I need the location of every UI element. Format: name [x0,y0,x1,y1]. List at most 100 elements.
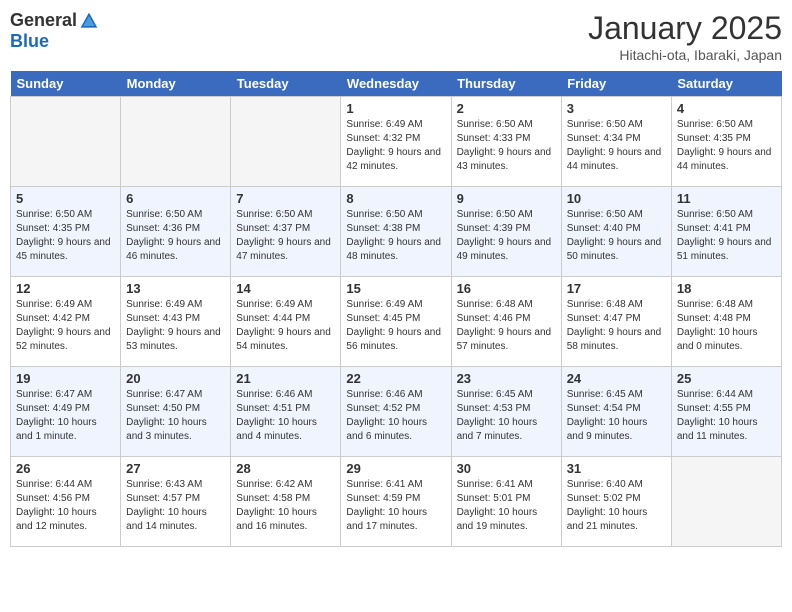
calendar-cell: 9Sunrise: 6:50 AM Sunset: 4:39 PM Daylig… [451,187,561,277]
calendar-cell: 19 Sunrise: 6:47 AM Sunset: 4:49 PM Dayli… [11,367,121,457]
calendar-cell: 24 Sunrise: 6:45 AM Sunset: 4:54 PM Dayli… [561,367,671,457]
page-header: General Blue January 2025 Hitachi-ota, I… [10,10,782,63]
day-number: 3 [567,101,666,116]
day-info: Sunrise: 6:48 AM Sunset: 4:48 PM Dayligh… [677,298,776,354]
calendar-cell: 14Sunrise: 6:49 AM Sunset: 4:44 PM Dayli… [231,277,341,367]
day-info: Sunrise: 6:50 AM Sunset: 4:38 PM Dayligh… [346,208,445,264]
calendar-cell: 30 Sunrise: 6:41 AM Sunset: 5:01 PM Dayli… [451,457,561,547]
day-info: Sunrise: 6:49 AM Sunset: 4:43 PM Dayligh… [126,298,225,354]
calendar-cell [11,97,121,187]
day-number: 9 [457,191,556,206]
column-header-monday: Monday [121,71,231,97]
calendar-cell: 8 Sunrise: 6:50 AM Sunset: 4:38 PM Daylig… [341,187,451,277]
calendar-cell: 29Sunrise: 6:41 AM Sunset: 4:59 PM Dayli… [341,457,451,547]
day-info: Sunrise: 6:45 AM Sunset: 4:54 PM Dayligh… [567,388,666,444]
calendar-cell: 16 Sunrise: 6:48 AM Sunset: 4:46 PM Dayli… [451,277,561,367]
calendar-cell: 6 Sunrise: 6:50 AM Sunset: 4:36 PM Daylig… [121,187,231,277]
calendar-cell: 25Sunrise: 6:44 AM Sunset: 4:55 PM Dayli… [671,367,781,457]
day-number: 4 [677,101,776,116]
day-info: Sunrise: 6:50 AM Sunset: 4:36 PM Dayligh… [126,208,225,264]
calendar-week-row: 19 Sunrise: 6:47 AM Sunset: 4:49 PM Dayli… [11,367,782,457]
calendar-cell: 23 Sunrise: 6:45 AM Sunset: 4:53 PM Dayli… [451,367,561,457]
calendar-cell: 13 Sunrise: 6:49 AM Sunset: 4:43 PM Dayli… [121,277,231,367]
calendar-cell: 20Sunrise: 6:47 AM Sunset: 4:50 PM Dayli… [121,367,231,457]
day-info: Sunrise: 6:43 AM Sunset: 4:57 PM Dayligh… [126,478,225,534]
calendar-cell: 5Sunrise: 6:50 AM Sunset: 4:35 PM Daylig… [11,187,121,277]
calendar-cell: 31Sunrise: 6:40 AM Sunset: 5:02 PM Dayli… [561,457,671,547]
day-number: 30 [457,461,556,476]
calendar-cell: 27 Sunrise: 6:43 AM Sunset: 4:57 PM Dayli… [121,457,231,547]
logo-block: General Blue [10,10,99,52]
logo: General Blue [10,10,99,52]
day-info: Sunrise: 6:50 AM Sunset: 4:41 PM Dayligh… [677,208,776,264]
column-header-sunday: Sunday [11,71,121,97]
day-info: Sunrise: 6:50 AM Sunset: 4:35 PM Dayligh… [677,118,776,174]
day-number: 24 [567,371,666,386]
calendar-cell: 12Sunrise: 6:49 AM Sunset: 4:42 PM Dayli… [11,277,121,367]
calendar-cell [671,457,781,547]
calendar-cell: 1 Sunrise: 6:49 AM Sunset: 4:32 PM Daylig… [341,97,451,187]
calendar-week-row: 12Sunrise: 6:49 AM Sunset: 4:42 PM Dayli… [11,277,782,367]
column-header-saturday: Saturday [671,71,781,97]
calendar-cell: 2 Sunrise: 6:50 AM Sunset: 4:33 PM Daylig… [451,97,561,187]
calendar-cell: 15 Sunrise: 6:49 AM Sunset: 4:45 PM Dayli… [341,277,451,367]
day-info: Sunrise: 6:44 AM Sunset: 4:55 PM Dayligh… [677,388,776,444]
day-number: 23 [457,371,556,386]
day-number: 8 [346,191,445,206]
calendar-cell [121,97,231,187]
day-info: Sunrise: 6:48 AM Sunset: 4:46 PM Dayligh… [457,298,556,354]
day-number: 10 [567,191,666,206]
day-number: 28 [236,461,335,476]
day-info: Sunrise: 6:41 AM Sunset: 5:01 PM Dayligh… [457,478,556,534]
day-info: Sunrise: 6:44 AM Sunset: 4:56 PM Dayligh… [16,478,115,534]
day-number: 27 [126,461,225,476]
logo-icon [79,11,99,31]
column-header-friday: Friday [561,71,671,97]
day-info: Sunrise: 6:46 AM Sunset: 4:51 PM Dayligh… [236,388,335,444]
day-number: 5 [16,191,115,206]
calendar-cell: 11 Sunrise: 6:50 AM Sunset: 4:41 PM Dayli… [671,187,781,277]
day-info: Sunrise: 6:50 AM Sunset: 4:33 PM Dayligh… [457,118,556,174]
column-header-thursday: Thursday [451,71,561,97]
day-info: Sunrise: 6:46 AM Sunset: 4:52 PM Dayligh… [346,388,445,444]
calendar-cell: 26Sunrise: 6:44 AM Sunset: 4:56 PM Dayli… [11,457,121,547]
day-info: Sunrise: 6:47 AM Sunset: 4:49 PM Dayligh… [16,388,115,444]
day-number: 6 [126,191,225,206]
day-number: 14 [236,281,335,296]
day-info: Sunrise: 6:48 AM Sunset: 4:47 PM Dayligh… [567,298,666,354]
calendar-cell [231,97,341,187]
day-number: 18 [677,281,776,296]
day-number: 11 [677,191,776,206]
day-info: Sunrise: 6:49 AM Sunset: 4:42 PM Dayligh… [16,298,115,354]
calendar-week-row: 5Sunrise: 6:50 AM Sunset: 4:35 PM Daylig… [11,187,782,277]
day-number: 22 [346,371,445,386]
day-number: 13 [126,281,225,296]
day-number: 20 [126,371,225,386]
day-info: Sunrise: 6:49 AM Sunset: 4:32 PM Dayligh… [346,118,445,174]
day-info: Sunrise: 6:49 AM Sunset: 4:45 PM Dayligh… [346,298,445,354]
day-info: Sunrise: 6:45 AM Sunset: 4:53 PM Dayligh… [457,388,556,444]
day-info: Sunrise: 6:50 AM Sunset: 4:40 PM Dayligh… [567,208,666,264]
calendar-cell: 4 Sunrise: 6:50 AM Sunset: 4:35 PM Daylig… [671,97,781,187]
day-info: Sunrise: 6:42 AM Sunset: 4:58 PM Dayligh… [236,478,335,534]
day-number: 19 [16,371,115,386]
logo-general-text: General [10,10,77,31]
calendar-subtitle: Hitachi-ota, Ibaraki, Japan [588,47,782,63]
calendar-cell: 17Sunrise: 6:48 AM Sunset: 4:47 PM Dayli… [561,277,671,367]
day-number: 7 [236,191,335,206]
calendar-cell: 18 Sunrise: 6:48 AM Sunset: 4:48 PM Dayli… [671,277,781,367]
calendar-cell: 7Sunrise: 6:50 AM Sunset: 4:37 PM Daylig… [231,187,341,277]
calendar-title: January 2025 [588,10,782,47]
column-header-wednesday: Wednesday [341,71,451,97]
calendar-table: SundayMondayTuesdayWednesdayThursdayFrid… [10,71,782,547]
day-number: 16 [457,281,556,296]
column-header-tuesday: Tuesday [231,71,341,97]
day-info: Sunrise: 6:40 AM Sunset: 5:02 PM Dayligh… [567,478,666,534]
day-number: 15 [346,281,445,296]
day-number: 2 [457,101,556,116]
calendar-cell: 21Sunrise: 6:46 AM Sunset: 4:51 PM Dayli… [231,367,341,457]
calendar-cell: 3 Sunrise: 6:50 AM Sunset: 4:34 PM Daylig… [561,97,671,187]
title-block: January 2025 Hitachi-ota, Ibaraki, Japan [588,10,782,63]
day-number: 1 [346,101,445,116]
day-info: Sunrise: 6:50 AM Sunset: 4:34 PM Dayligh… [567,118,666,174]
